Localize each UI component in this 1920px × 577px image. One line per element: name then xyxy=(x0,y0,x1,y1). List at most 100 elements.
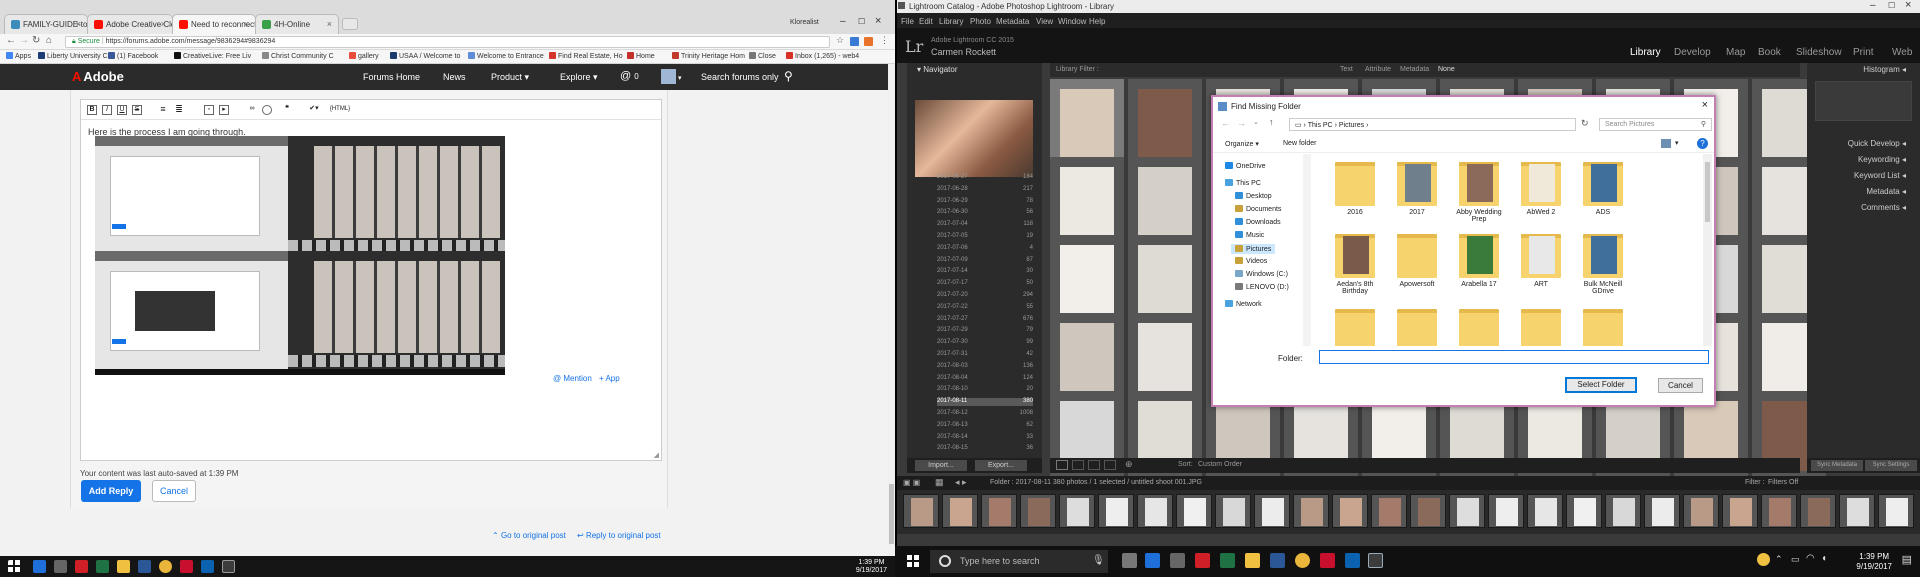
outlook-icon[interactable] xyxy=(201,560,214,573)
survey-view-icon[interactable] xyxy=(1104,460,1116,470)
filmstrip-thumbnail[interactable] xyxy=(942,494,978,528)
up-arrow-icon[interactable]: ↑ xyxy=(1269,117,1274,127)
filmstrip-thumbnail[interactable] xyxy=(1878,494,1914,528)
file-explorer-icon[interactable] xyxy=(1245,553,1260,568)
minimize-icon[interactable]: – xyxy=(840,16,846,27)
resize-handle-icon[interactable]: ◢ xyxy=(654,451,659,459)
lightroom-icon[interactable] xyxy=(1368,553,1383,568)
bookmark-item[interactable]: Trinity Heritage Hom xyxy=(672,52,745,60)
filmstrip-thumbnail[interactable] xyxy=(1371,494,1407,528)
folder-row[interactable]: 2017-08-10 20 xyxy=(937,386,1033,394)
numbered-list-icon[interactable]: ≣ xyxy=(174,105,184,115)
compare-view-icon[interactable] xyxy=(1088,460,1100,470)
folder-item[interactable] xyxy=(1573,309,1633,346)
taskbar-search-box[interactable]: Type here to search 🎙︎ xyxy=(930,550,1108,573)
filmstrip-thumbnail[interactable] xyxy=(1488,494,1524,528)
folder-row[interactable]: 2017-08-03 136 xyxy=(937,363,1033,371)
italic-icon[interactable]: I xyxy=(102,105,112,115)
new-folder-button[interactable]: New folder xyxy=(1283,140,1316,147)
folder-row[interactable]: 2017-08-13 62 xyxy=(937,422,1033,430)
filmstrip-thumbnail[interactable] xyxy=(1215,494,1251,528)
start-icon[interactable] xyxy=(8,560,21,573)
folder-row[interactable]: 2017-06-30 56 xyxy=(937,209,1033,217)
address-breadcrumb[interactable]: ▭ › This PC › Pictures › xyxy=(1289,118,1576,131)
navigator-header[interactable]: ▾ Navigator xyxy=(907,65,1042,77)
folder-row[interactable]: 2017-06-28 217 xyxy=(937,186,1033,194)
module-map[interactable]: Map xyxy=(1726,47,1745,58)
bookmark-item[interactable]: Home xyxy=(627,52,655,60)
sync-metadata-button[interactable]: Sync Metadata xyxy=(1811,460,1863,471)
volume-icon[interactable]: ◖ xyxy=(1821,553,1827,564)
tree-item[interactable]: This PC xyxy=(1225,179,1261,187)
add-reply-button[interactable]: Add Reply xyxy=(81,480,141,502)
mail-app-icon[interactable] xyxy=(1195,553,1210,568)
folder-row[interactable]: 2017-07-06 4 xyxy=(937,245,1033,253)
folder-row[interactable]: 2017-08-11 380 xyxy=(937,398,1033,407)
close-window-icon[interactable]: × xyxy=(1905,0,1911,11)
help-icon[interactable]: ? xyxy=(1697,138,1708,149)
breadcrumb-this-pc[interactable]: This PC xyxy=(1308,122,1333,129)
outlook-icon[interactable] xyxy=(1345,553,1360,568)
folder-item[interactable] xyxy=(1449,309,1509,346)
chevron-up-icon[interactable]: ⌃ xyxy=(1775,554,1783,565)
menu-help[interactable]: Help xyxy=(1089,17,1105,26)
excel-icon[interactable] xyxy=(1220,553,1235,568)
filter-tab-none[interactable]: None xyxy=(1438,66,1455,73)
menu-kebab-icon[interactable]: ⋮ xyxy=(880,35,889,46)
maximize-icon[interactable]: ☐ xyxy=(858,17,865,26)
search-icon[interactable]: ⚲ xyxy=(784,69,793,83)
close-tab-icon[interactable]: × xyxy=(161,19,166,29)
filmstrip-thumbnail[interactable] xyxy=(1644,494,1680,528)
emoji-icon[interactable] xyxy=(262,105,272,115)
menu-metadata[interactable]: Metadata xyxy=(996,17,1029,26)
bookmark-item[interactable]: Apps xyxy=(6,52,31,60)
folder-item[interactable]: Aedan's 8th Birthday xyxy=(1325,234,1385,295)
store-icon[interactable] xyxy=(54,560,67,573)
underline-icon[interactable]: U xyxy=(117,105,127,115)
browser-tab[interactable]: Adobe Creative Cloud L × xyxy=(87,14,173,34)
folder-row[interactable]: 2017-07-09 87 xyxy=(937,257,1033,265)
scrollbar-thumb[interactable] xyxy=(1705,162,1710,222)
back-icon[interactable]: ← xyxy=(1221,118,1230,128)
insert-video-icon[interactable]: ▸ xyxy=(219,105,229,115)
reload-icon[interactable]: ↻ xyxy=(32,35,40,46)
sync-settings-button[interactable]: Sync Settings xyxy=(1865,460,1917,471)
adobe-logo[interactable]: A Adobe xyxy=(72,69,124,84)
tree-item[interactable]: Documents xyxy=(1235,205,1281,213)
filmstrip-thumbnail[interactable] xyxy=(981,494,1017,528)
edge-icon[interactable] xyxy=(33,560,46,573)
filmstrip-thumbnail[interactable] xyxy=(1020,494,1056,528)
filmstrip-thumbnail[interactable] xyxy=(1839,494,1875,528)
close-tab-icon[interactable]: × xyxy=(76,19,81,29)
folder-item[interactable]: Apowersoft xyxy=(1387,234,1447,288)
folder-item[interactable]: Abby Wedding Prep xyxy=(1449,162,1509,223)
new-tab-button[interactable] xyxy=(342,18,358,30)
mail-app-icon[interactable] xyxy=(75,560,88,573)
module-develop[interactable]: Develop xyxy=(1674,47,1711,58)
folder-row[interactable]: 2017-08-15 36 xyxy=(937,445,1033,453)
taskbar-clock[interactable]: 1:39 PM 9/19/2017 xyxy=(856,559,887,575)
filmstrip-monitor-icon[interactable]: ▣ ▣ xyxy=(903,478,920,487)
bookmark-item[interactable]: Inbox (1,265) - web4 xyxy=(786,52,859,60)
module-slideshow[interactable]: Slideshow xyxy=(1796,47,1842,58)
tree-item[interactable]: Downloads xyxy=(1235,218,1281,226)
module-print[interactable]: Print xyxy=(1853,47,1874,58)
folder-row[interactable]: 2017-07-31 42 xyxy=(937,351,1033,359)
filter-tab-text[interactable]: Text xyxy=(1340,66,1353,73)
metadata-panel-header[interactable]: Metadata ◂ xyxy=(1807,187,1920,199)
nav-product[interactable]: Product ▾ xyxy=(491,72,529,83)
close-window-icon[interactable]: × xyxy=(875,15,881,27)
export-button[interactable]: Export... xyxy=(975,460,1027,471)
folder-row[interactable]: 2017-07-22 55 xyxy=(937,304,1033,312)
search-pictures-input[interactable]: Search Pictures ⚲ xyxy=(1599,118,1712,131)
filmstrip-thumbnail[interactable] xyxy=(1722,494,1758,528)
spellcheck-icon[interactable]: ✔▾ xyxy=(304,105,324,115)
filter-tab-attribute[interactable]: Attribute xyxy=(1365,66,1391,73)
excel-icon[interactable] xyxy=(96,560,109,573)
folder-item[interactable]: ADS xyxy=(1573,162,1633,216)
tree-item[interactable]: Network xyxy=(1225,300,1262,308)
home-icon[interactable]: ⌂ xyxy=(46,35,52,46)
import-button[interactable]: Import... xyxy=(915,460,967,471)
bookmark-item[interactable]: Welcome to Entrance xyxy=(468,52,544,60)
address-bar[interactable]: 🔒︎ Secure | https://forums.adobe.com/mes… xyxy=(65,36,830,48)
